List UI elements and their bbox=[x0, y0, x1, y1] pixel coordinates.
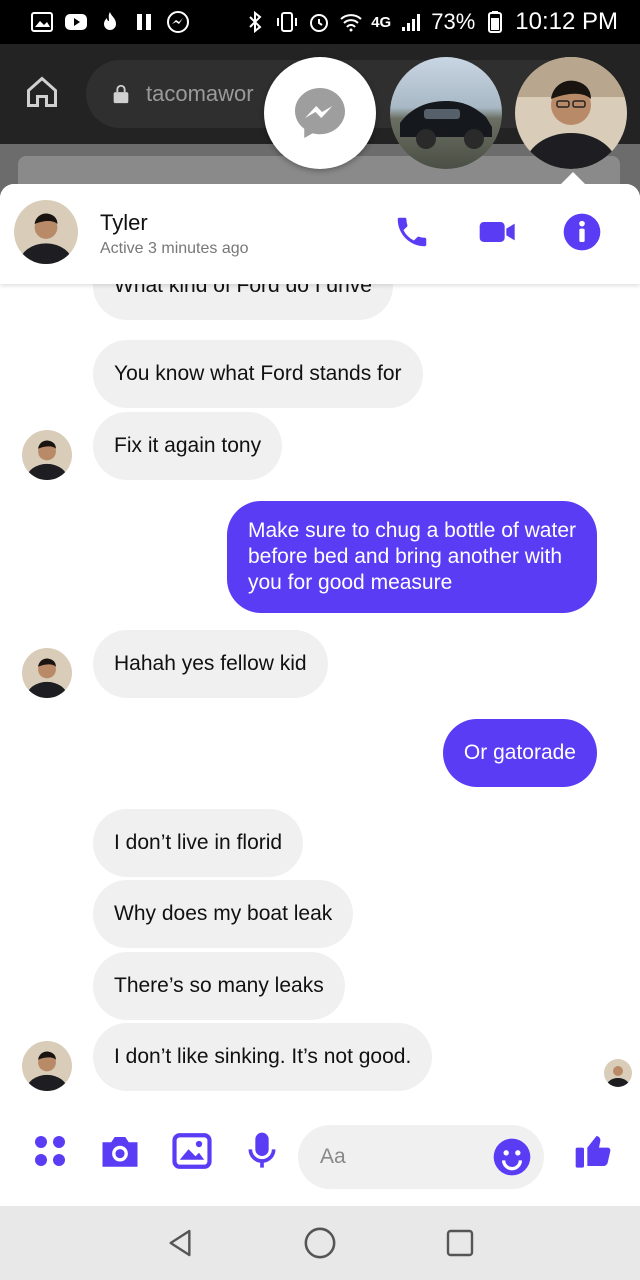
message-bubble-outgoing[interactable]: Make sure to chug a bottle of water befo… bbox=[226, 501, 597, 613]
camera-button[interactable] bbox=[98, 1129, 142, 1173]
back-button[interactable] bbox=[160, 1223, 200, 1263]
message-line: Make sure to chug a bottle of water bbox=[247, 519, 576, 542]
message-bubble-incoming[interactable]: Fix it again tony bbox=[93, 412, 283, 480]
tyler-avatar-photo bbox=[515, 57, 627, 169]
microphone-icon bbox=[248, 1132, 276, 1168]
message-bubble-incoming[interactable]: Hahah yes fellow kid bbox=[93, 630, 328, 698]
message-line: you for good measure bbox=[247, 571, 453, 594]
sender-avatar bbox=[22, 1041, 72, 1091]
alarm-icon bbox=[310, 14, 329, 32]
contact-avatar[interactable] bbox=[14, 200, 78, 264]
messenger-icon bbox=[295, 88, 345, 138]
like-button[interactable] bbox=[572, 1129, 616, 1173]
gallery-notification-icon bbox=[31, 12, 53, 32]
info-icon bbox=[563, 213, 601, 251]
vibrate-icon bbox=[277, 12, 298, 32]
message-bubble-incoming[interactable]: I don’t live in florid bbox=[93, 809, 304, 877]
sender-avatar bbox=[22, 430, 72, 480]
clock: 10:12 PM bbox=[515, 8, 618, 35]
message-list[interactable]: What kind of Ford do I drive You know wh… bbox=[0, 284, 640, 1109]
message-bubble-incoming[interactable]: There’s so many leaks bbox=[93, 952, 345, 1020]
status-bar: 4G 73% 10:12 PM bbox=[0, 0, 640, 44]
wifi-icon bbox=[340, 14, 362, 32]
youtube-icon bbox=[65, 14, 87, 30]
recents-square-icon bbox=[446, 1229, 474, 1257]
message-line: before bed and bring another with bbox=[247, 545, 563, 568]
notification-icons bbox=[30, 10, 190, 34]
messenger-notification-icon bbox=[167, 11, 189, 33]
system-status: 4G 73% 10:12 PM bbox=[243, 8, 618, 36]
back-triangle-icon bbox=[169, 1229, 191, 1257]
gallery-button[interactable] bbox=[170, 1129, 214, 1173]
battery-percent: 73% bbox=[431, 9, 476, 34]
voice-message-button[interactable] bbox=[240, 1129, 284, 1173]
message-bubble-incoming[interactable]: I don’t like sinking. It’s not good. bbox=[93, 1023, 433, 1091]
call-button[interactable] bbox=[392, 212, 432, 252]
video-camera-icon bbox=[479, 222, 515, 242]
messenger-chathead[interactable] bbox=[264, 57, 376, 169]
tyler-chathead[interactable] bbox=[515, 57, 627, 169]
seen-receipt-avatar bbox=[604, 1059, 632, 1087]
sender-avatar bbox=[22, 648, 72, 698]
image-icon bbox=[172, 1133, 212, 1169]
url-text: tacomawor bbox=[146, 81, 254, 106]
battery-icon bbox=[488, 11, 503, 33]
pause-icon bbox=[137, 14, 151, 30]
contact-name[interactable]: Tyler bbox=[100, 210, 148, 236]
signal-icon bbox=[402, 14, 421, 31]
emoji-button[interactable] bbox=[492, 1137, 532, 1177]
contact-status: Active 3 minutes ago bbox=[100, 240, 249, 257]
message-bubble-outgoing[interactable]: Or gatorade bbox=[442, 719, 597, 787]
message-bubble-incoming[interactable]: Why does my boat leak bbox=[93, 880, 354, 948]
chat-header: Tyler Active 3 minutes ago bbox=[0, 184, 640, 284]
car-photo bbox=[400, 101, 492, 149]
emoji-icon bbox=[493, 1138, 531, 1176]
message-bubble-incoming[interactable]: What kind of Ford do I drive bbox=[93, 284, 393, 320]
recents-button[interactable] bbox=[440, 1223, 480, 1263]
system-navigation-bar bbox=[0, 1206, 640, 1280]
message-composer bbox=[0, 1109, 640, 1206]
message-bubble-incoming[interactable]: You know what Ford stands for bbox=[93, 340, 423, 408]
chat-panel: Tyler Active 3 minutes ago What kind of … bbox=[0, 184, 640, 1206]
camera-icon bbox=[102, 1137, 138, 1167]
home-button[interactable] bbox=[300, 1223, 340, 1263]
phone-icon bbox=[397, 217, 427, 247]
car-contact-chathead[interactable] bbox=[390, 57, 502, 169]
home-icon[interactable] bbox=[24, 74, 60, 110]
network-type: 4G bbox=[371, 13, 392, 31]
info-button[interactable] bbox=[562, 212, 602, 252]
tinder-icon bbox=[104, 12, 116, 30]
four-dots-icon bbox=[35, 1136, 65, 1166]
more-options-button[interactable] bbox=[28, 1129, 72, 1173]
thumbs-up-icon bbox=[575, 1136, 611, 1168]
bluetooth-icon bbox=[249, 10, 262, 34]
avatar-photo bbox=[14, 200, 78, 264]
home-circle-icon bbox=[304, 1227, 336, 1259]
video-call-button[interactable] bbox=[478, 212, 518, 252]
lock-icon bbox=[113, 84, 129, 104]
